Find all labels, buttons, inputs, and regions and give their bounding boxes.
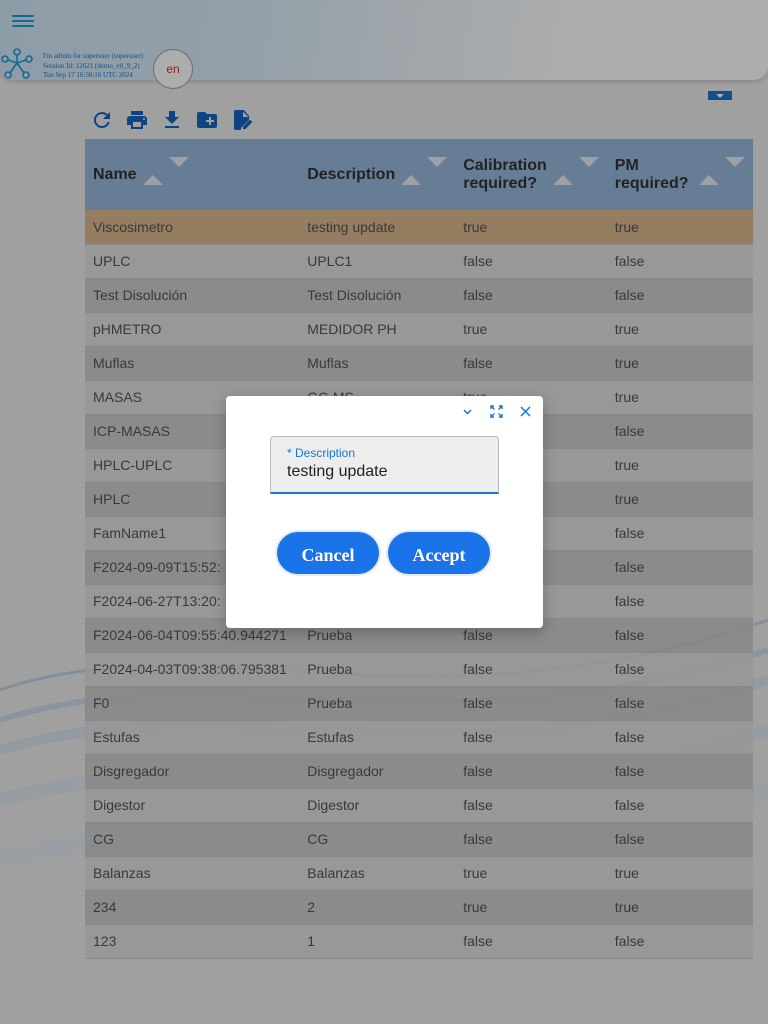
description-input[interactable]	[287, 463, 487, 481]
edit-description-dialog: * Description Cancel Accept	[226, 396, 543, 628]
dialog-controls	[460, 404, 533, 419]
description-label: * Description	[287, 446, 356, 460]
description-field[interactable]: * Description	[270, 436, 499, 494]
close-icon[interactable]	[518, 404, 533, 419]
minimize-icon[interactable]	[460, 404, 475, 419]
cancel-button[interactable]: Cancel	[275, 530, 381, 576]
maximize-icon[interactable]	[489, 404, 504, 419]
accept-button[interactable]: Accept	[386, 530, 492, 576]
